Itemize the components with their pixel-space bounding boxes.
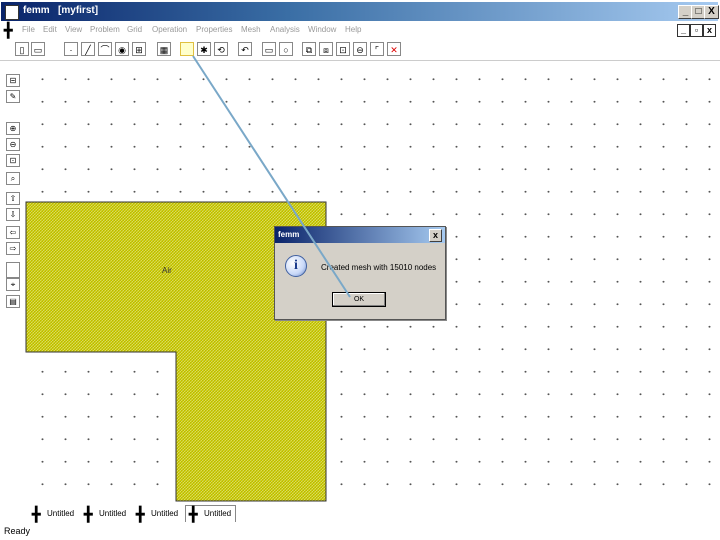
status-bar: Ready bbox=[4, 526, 31, 536]
tab-untitled-4[interactable]: ╋ Untitled bbox=[185, 505, 237, 522]
tab-untitled-1[interactable]: ╋ Untitled bbox=[29, 506, 78, 522]
annotation-pointer bbox=[192, 55, 351, 298]
tab-untitled-3[interactable]: ╋ Untitled bbox=[133, 506, 182, 522]
document-icon: ╋ bbox=[136, 506, 145, 522]
document-icon: ╋ bbox=[189, 506, 198, 522]
tab-untitled-2[interactable]: ╋ Untitled bbox=[81, 506, 130, 522]
document-tabs: ╋ Untitled ╋ Untitled ╋ Untitled ╋ Untitled bbox=[25, 505, 720, 523]
document-icon: ╋ bbox=[32, 506, 41, 522]
document-icon: ╋ bbox=[84, 506, 93, 522]
